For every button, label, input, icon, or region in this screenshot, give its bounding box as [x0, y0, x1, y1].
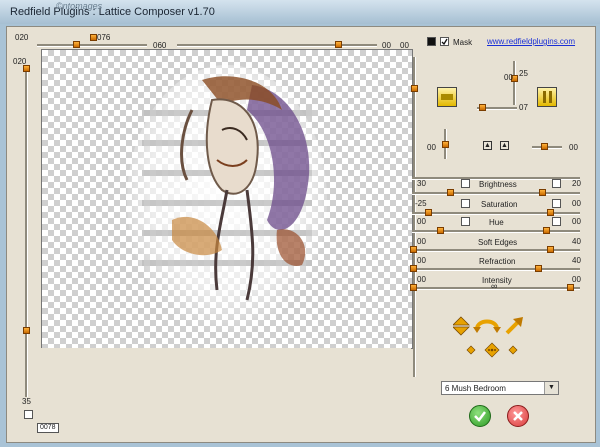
- horizontal-bars-icon: [441, 94, 453, 100]
- scale-diagonal-icon[interactable]: [505, 317, 523, 335]
- move-right-icon[interactable]: [508, 345, 518, 355]
- refraction-left-value: 00: [417, 256, 426, 265]
- ok-button[interactable]: [469, 405, 491, 427]
- saturation-label: Saturation: [481, 200, 518, 209]
- top-small-thumb[interactable]: [90, 34, 97, 41]
- brightness-checkbox-right[interactable]: [552, 179, 561, 188]
- intensity-thumb-right[interactable]: [567, 284, 574, 291]
- saturation-thumb-left[interactable]: [425, 209, 432, 216]
- brightness-right-value: 20: [572, 179, 581, 188]
- soft-edges-thumb-right[interactable]: [547, 246, 554, 253]
- brightness-checkbox[interactable]: [461, 179, 470, 188]
- move-left-icon[interactable]: [466, 345, 476, 355]
- move-up-right-button[interactable]: ▲: [500, 141, 509, 150]
- rotate-icon[interactable]: [473, 319, 501, 334]
- refraction-thumb-right[interactable]: [535, 265, 542, 272]
- rotation-vertical-slider[interactable]: [513, 61, 516, 105]
- soft-edges-slider[interactable]: [412, 249, 580, 252]
- intensity-left-value: 00: [417, 275, 426, 284]
- brightness-thumb-right[interactable]: [539, 189, 546, 196]
- refraction-slider[interactable]: [412, 268, 580, 271]
- left-bottom-value: 35: [22, 397, 31, 406]
- plugin-window: Redfield Plugins : Lattice Composer v1.7…: [0, 0, 600, 447]
- soft-edges-right-value: 40: [572, 237, 581, 246]
- brightness-slider[interactable]: [412, 192, 580, 195]
- hue-thumb-right[interactable]: [543, 227, 550, 234]
- hue-checkbox-right[interactable]: [552, 217, 561, 226]
- transform-icons: [453, 316, 523, 358]
- intensity-thumb-left[interactable]: [410, 284, 417, 291]
- hue-label: Hue: [489, 218, 504, 227]
- move-center-icon[interactable]: [484, 342, 500, 358]
- check-icon: [474, 411, 486, 422]
- status-value: 0078: [40, 424, 56, 431]
- top-left-slider-thumb[interactable]: [73, 41, 80, 48]
- top-left-value: 020: [15, 33, 29, 42]
- saturation-checkbox-right[interactable]: [552, 199, 561, 208]
- refraction-label: Refraction: [479, 257, 516, 266]
- title-bar: Redfield Plugins : Lattice Composer v1.7…: [0, 0, 600, 24]
- watermark: ©ntomages: [56, 1, 103, 11]
- pattern-button-vertical[interactable]: [537, 87, 557, 107]
- close-icon: [513, 411, 523, 421]
- mask-checkbox[interactable]: [440, 37, 449, 46]
- intensity-right-value: 00: [572, 275, 581, 284]
- status-value-box: 0078: [37, 423, 59, 433]
- chevron-down-icon[interactable]: ▼: [544, 382, 558, 394]
- left-bottom-thumb[interactable]: [23, 327, 30, 334]
- right-vertical-slider[interactable]: [413, 57, 416, 377]
- hue-right-value: 00: [572, 217, 581, 226]
- mask-color-swatch[interactable]: [427, 37, 436, 46]
- rotation-value-a: 00: [504, 73, 513, 82]
- move-up-button[interactable]: ▲: [483, 141, 492, 150]
- refraction-right-value: 40: [572, 256, 581, 265]
- flip-vertical-icon[interactable]: [453, 316, 470, 336]
- offset-value-left: 00: [427, 143, 436, 152]
- offset-value-right: 00: [569, 143, 578, 152]
- brightness-label: Brightness: [479, 180, 517, 189]
- rotation-value-c: 07: [519, 103, 528, 112]
- right-vertical-thumb[interactable]: [411, 85, 418, 92]
- hue-left-value: 00: [417, 217, 426, 226]
- left-bottom-checkbox[interactable]: [24, 410, 33, 419]
- rotation-horizontal-thumb[interactable]: [479, 104, 486, 111]
- preset-selected: 6 Mush Bedroom: [445, 384, 506, 393]
- mask-label: Mask: [453, 38, 473, 47]
- preset-dropdown[interactable]: 6 Mush Bedroom ▼: [441, 381, 559, 395]
- website-link[interactable]: www.redfieldplugins.com: [487, 37, 575, 46]
- client-area: 020 076 060 00 00 020 35 0078 Mask www.r…: [6, 26, 596, 443]
- rotation-value-b: 25: [519, 69, 528, 78]
- saturation-left-value: -25: [415, 199, 427, 208]
- brightness-thumb-left[interactable]: [447, 189, 454, 196]
- cancel-button[interactable]: [507, 405, 529, 427]
- saturation-slider[interactable]: [412, 212, 580, 215]
- top-right-slider[interactable]: [177, 44, 377, 47]
- left-top-thumb[interactable]: [23, 65, 30, 72]
- saturation-thumb-right[interactable]: [547, 209, 554, 216]
- top-right-slider-thumb[interactable]: [335, 41, 342, 48]
- refraction-thumb-left[interactable]: [410, 265, 417, 272]
- offset-vertical-thumb[interactable]: [442, 141, 449, 148]
- offset-horizontal-thumb[interactable]: [541, 143, 548, 150]
- preview-image: [127, 65, 327, 335]
- saturation-right-value: 00: [572, 199, 581, 208]
- soft-edges-label: Soft Edges: [478, 238, 518, 247]
- link-icon[interactable]: ∞: [491, 281, 497, 291]
- left-vertical-slider[interactable]: [25, 67, 28, 397]
- check-icon: [441, 38, 448, 46]
- vertical-bars-icon: [543, 91, 546, 103]
- soft-edges-left-value: 00: [417, 237, 426, 246]
- brightness-left-value: 30: [417, 179, 426, 188]
- hue-checkbox[interactable]: [461, 217, 470, 226]
- top-left-slider[interactable]: [37, 44, 147, 47]
- saturation-checkbox[interactable]: [461, 199, 470, 208]
- top-slider-value: 076: [97, 33, 111, 42]
- preview-canvas[interactable]: [41, 49, 413, 349]
- canvas-bottom-area: [41, 348, 411, 393]
- window-title: Redfield Plugins : Lattice Composer v1.7…: [10, 6, 215, 18]
- soft-edges-thumb-left[interactable]: [410, 246, 417, 253]
- hue-thumb-left[interactable]: [437, 227, 444, 234]
- pattern-button-horizontal[interactable]: [437, 87, 457, 107]
